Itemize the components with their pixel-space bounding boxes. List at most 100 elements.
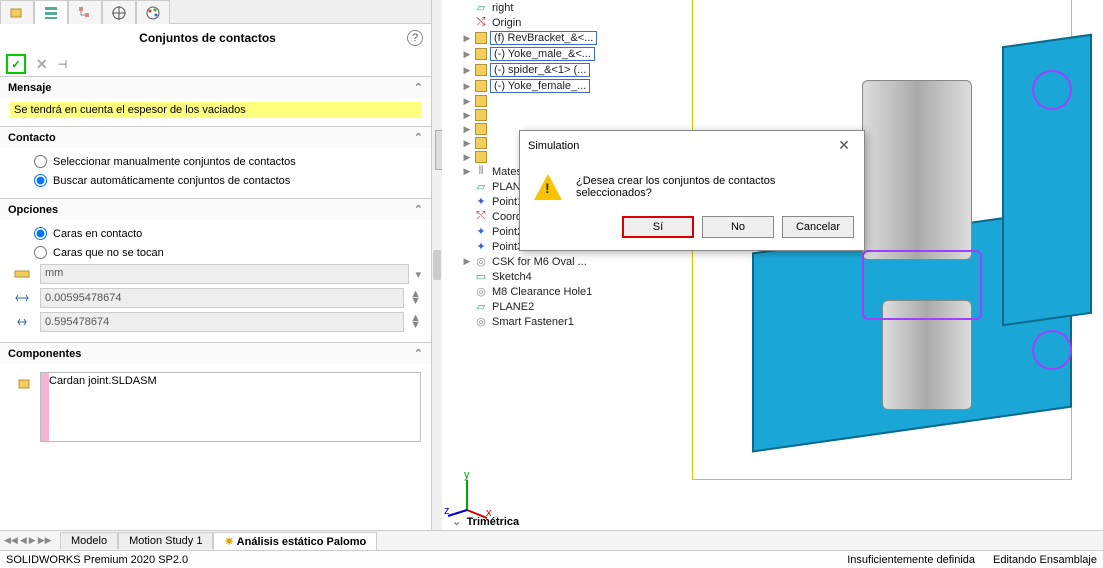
plane-icon: ▱ [477,300,485,313]
radio-notouch[interactable]: Caras que no se tocan [10,243,421,262]
radio-touch-input[interactable] [34,227,47,240]
tree-item[interactable]: ▶ [450,108,660,122]
pm-tab-feature[interactable] [0,0,34,24]
graphics-area[interactable]: ▱right⤭Origin▶(f) RevBracket_&<...▶(-) Y… [442,0,1103,530]
splitter[interactable] [432,0,442,530]
yoke-part [862,80,972,260]
dialog-close-button[interactable]: ✕ [832,137,856,154]
radio-auto-input[interactable] [34,174,47,187]
tree-item-label: (-) spider_&<1> (... [490,63,590,77]
pm-title: Conjuntos de contactos [8,31,407,45]
tree-item[interactable]: ◎Smart Fastener1 [450,314,660,329]
selection-highlight [862,250,982,320]
expand-icon[interactable]: ▶ [462,81,472,92]
tree-item[interactable]: ▱ right [450,0,660,15]
dialog-yes-button[interactable]: Sí [622,216,694,238]
radio-label: Seleccionar manualmente conjuntos de con… [53,156,296,168]
unit-select[interactable]: mm [40,264,409,284]
tree-item[interactable]: ▶ (f) RevBracket_&<... [450,30,660,46]
dialog-no-button[interactable]: No [702,216,774,238]
tree-item-label: (-) Yoke_male_&<... [490,47,595,61]
tree-item[interactable]: ◎M8 Clearance Hole1 [450,284,660,299]
expand-icon[interactable]: ▶ [462,65,472,76]
warning-icon [534,174,562,200]
gear-icon: ✷ [224,536,233,548]
part-icon [475,151,487,163]
section-contacto: Contacto ⌃ Seleccionar manualmente conju… [0,126,431,198]
pm-tab-property[interactable] [34,0,68,24]
view-orientation-label[interactable]: ⌄ Trimétrica [452,514,519,528]
collapse-icon: ⌃ [414,131,423,144]
dialog-titlebar[interactable]: Simulation ✕ [520,131,864,160]
list-item[interactable]: Cardan joint.SLDASM [41,373,420,389]
cancel-button[interactable]: ✕ [36,56,48,73]
section-header-componentes[interactable]: Componentes ⌃ [0,343,431,364]
expand-icon[interactable]: ▶ [462,256,472,267]
expand-icon[interactable]: ▶ [462,49,472,60]
radio-touch[interactable]: Caras en contacto [10,224,421,243]
components-list[interactable]: Cardan joint.SLDASM [40,372,421,442]
part-icon [475,80,487,92]
part-icon [475,109,487,121]
tab-analysis[interactable]: ✷ Análisis estático Palomo [213,532,377,550]
pm-tab-dimxpert[interactable] [102,0,136,24]
pin-button[interactable]: ⊣ [58,58,68,71]
tab-modelo[interactable]: Modelo [60,532,118,549]
part-icon [475,95,487,107]
status-mode: Editando Ensamblaje [993,554,1097,566]
max-gap-input[interactable] [40,312,404,332]
section-title: Mensaje [8,82,51,94]
tree-item[interactable]: ▱PLANE2 [450,299,660,314]
sketch-icon: ▭ [476,270,486,283]
view-triad[interactable]: y x z [442,470,492,520]
expand-icon[interactable]: ▶ [462,33,472,44]
min-gap-input[interactable] [40,288,404,308]
section-header-contacto[interactable]: Contacto ⌃ [0,127,431,148]
dialog-cancel-button[interactable]: Cancelar [782,216,854,238]
radio-label: Buscar automáticamente conjuntos de cont… [53,175,290,187]
gap-max-icon [10,314,34,330]
collapse-icon: ⌃ [414,203,423,216]
plane-icon: ▱ [477,1,485,14]
tree-item[interactable]: ▶◎CSK for M6 Oval ... [450,254,660,269]
spinner-icon[interactable]: ▲▼ [410,291,421,305]
view-label-text: Trimétrica [467,516,520,528]
tree-item-label: right [490,2,515,14]
spinner-icon[interactable]: ▲▼ [410,315,421,329]
radio-manual[interactable]: Seleccionar manualmente conjuntos de con… [10,152,421,171]
ok-button[interactable]: ✓ [6,54,26,74]
section-header-opciones[interactable]: Opciones ⌃ [0,199,431,220]
tree-item[interactable]: ▭Sketch4 [450,269,660,284]
bottom-tab-bar: ◀◀◀▶▶▶ Modelo Motion Study 1 ✷ Análisis e… [0,530,1103,550]
expand-icon[interactable]: ▶ [462,124,472,135]
pm-tab-appearance[interactable] [136,0,170,24]
tree-item[interactable]: ▶ [450,94,660,108]
tree-item-label: (f) RevBracket_&<... [490,31,597,45]
expand-icon[interactable]: ▶ [462,96,472,107]
tree-item[interactable]: ⤭Origin [450,15,660,30]
dialog-title-text: Simulation [528,140,579,152]
csys-icon: ⤲ [477,210,486,223]
tree-item-label: Origin [490,17,523,29]
tab-nav[interactable]: ◀◀◀▶▶▶ [4,535,52,546]
pm-tab-config[interactable] [68,0,102,24]
target-icon [111,5,127,21]
help-icon[interactable]: ? [407,30,423,46]
tab-motion[interactable]: Motion Study 1 [118,532,213,549]
expand-icon[interactable]: ▶ [462,152,472,163]
expand-icon[interactable]: ▶ [462,110,472,121]
tree-item[interactable]: ▶ (-) Yoke_male_&<... [450,46,660,62]
radio-notouch-input[interactable] [34,246,47,259]
tree-item[interactable]: ▶(-) Yoke_female_... [450,78,660,94]
mates-icon: ⦀ [479,165,484,178]
tree-item[interactable]: ▶ (-) spider_&<1> (... [450,62,660,78]
radio-auto[interactable]: Buscar automáticamente conjuntos de cont… [10,171,421,190]
point-icon: ✦ [476,240,485,253]
section-header-mensaje[interactable]: Mensaje ⌃ [0,77,431,98]
section-componentes: Componentes ⌃ Cardan joint.SLDASM [0,342,431,454]
expand-icon[interactable]: ▶ [462,166,472,177]
radio-manual-input[interactable] [34,155,47,168]
expand-icon[interactable]: ▶ [462,138,472,149]
simulation-dialog: Simulation ✕ ¿Desea crear los conjuntos … [519,130,865,251]
tab-label: Análisis estático Palomo [237,536,367,548]
